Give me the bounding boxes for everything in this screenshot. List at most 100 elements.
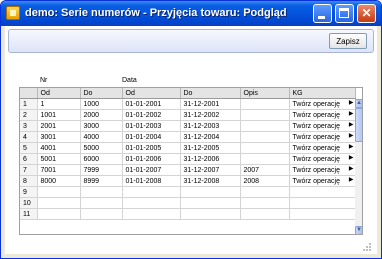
vertical-scrollbar[interactable]: ▲ ▼ <box>355 99 362 234</box>
data-do-header[interactable]: Do <box>180 88 241 99</box>
window-title: demo: Serie numerów - Przyjęcia towaru: … <box>25 7 287 19</box>
data-od-cell[interactable]: 01-01-2006 <box>122 153 181 165</box>
opis-cell[interactable] <box>240 131 290 143</box>
nr-do-cell[interactable]: 8999 <box>80 175 123 187</box>
kg-cell[interactable]: Twórz operację ▶ <box>289 131 356 143</box>
data-do-cell[interactable]: 31-12-2004 <box>180 131 241 143</box>
nr-do-cell[interactable]: 5000 <box>80 142 123 154</box>
title-bar[interactable]: demo: Serie numerów - Przyjęcia towaru: … <box>1 1 381 26</box>
minimize-icon <box>314 5 331 22</box>
kg-header[interactable]: KG <box>289 88 356 99</box>
resize-grip[interactable] <box>363 243 371 251</box>
data-do-cell[interactable]: 31-12-2002 <box>180 109 241 121</box>
kg-cell[interactable]: Twórz operację ▶ <box>289 175 356 187</box>
data-od-cell[interactable]: 01-01-2001 <box>122 98 181 110</box>
nr-od-cell[interactable]: 3001 <box>37 131 81 143</box>
scroll-down-button[interactable]: ▼ <box>355 226 362 234</box>
data-od-cell[interactable]: 01-01-2005 <box>122 142 181 154</box>
nr-od-cell[interactable]: 5001 <box>37 153 81 165</box>
data-do-cell[interactable]: 31-12-2001 <box>180 98 241 110</box>
opis-cell[interactable] <box>240 109 290 121</box>
table-row[interactable]: 4 3001 4000 01-01-2004 31-12-2004 Twórz opera… <box>20 131 356 143</box>
data-od-cell[interactable] <box>122 197 181 209</box>
opis-cell[interactable] <box>240 197 290 209</box>
data-do-cell[interactable] <box>180 208 241 220</box>
nr-do-cell[interactable] <box>80 208 123 220</box>
data-do-cell[interactable]: 31-12-2006 <box>180 153 241 165</box>
kg-value: Twórz operację <box>292 177 340 185</box>
data-od-cell[interactable]: 01-01-2004 <box>122 131 181 143</box>
data-od-cell[interactable]: 01-01-2003 <box>122 120 181 132</box>
opis-cell[interactable]: 2008 <box>240 175 290 187</box>
opis-cell[interactable] <box>240 208 290 220</box>
opis-cell[interactable]: 2007 <box>240 164 290 176</box>
kg-cell[interactable] <box>289 186 356 198</box>
table-row[interactable]: 5 4001 5000 01-01-2005 31-12-2005 Twórz opera… <box>20 142 356 154</box>
opis-header[interactable]: Opis <box>240 88 290 99</box>
data-od-cell[interactable] <box>122 186 181 198</box>
nr-do-cell[interactable]: 1000 <box>80 98 123 110</box>
kg-cell[interactable]: Twórz operację ▶ <box>289 109 356 121</box>
nr-od-cell[interactable]: 7001 <box>37 164 81 176</box>
table-row[interactable]: 8 8000 8999 01-01-2008 31-12-2008 2008 Twórz o… <box>20 175 356 187</box>
nr-od-cell[interactable] <box>37 197 81 209</box>
opis-cell[interactable] <box>240 153 290 165</box>
row-number: 9 <box>20 186 38 198</box>
data-do-cell[interactable] <box>180 186 241 198</box>
maximize-button[interactable] <box>335 4 354 23</box>
scroll-thumb[interactable] <box>355 108 362 142</box>
data-od-cell[interactable]: 01-01-2002 <box>122 109 181 121</box>
kg-cell[interactable]: Twórz operację ▶ <box>289 164 356 176</box>
nr-do-cell[interactable]: 6000 <box>80 153 123 165</box>
kg-arrow-icon: ▶ <box>348 144 354 150</box>
kg-cell[interactable]: Twórz operację ▶ <box>289 142 356 154</box>
opis-cell[interactable] <box>240 186 290 198</box>
nr-od-cell[interactable] <box>37 208 81 220</box>
nr-od-cell[interactable]: 4001 <box>37 142 81 154</box>
opis-cell[interactable] <box>240 120 290 132</box>
data-od-cell[interactable]: 01-01-2008 <box>122 175 181 187</box>
data-od-header[interactable]: Od <box>122 88 181 99</box>
save-button[interactable]: Zapisz <box>329 33 367 49</box>
nr-od-cell[interactable]: 8000 <box>37 175 81 187</box>
nr-od-header[interactable]: Od <box>37 88 81 99</box>
nr-od-cell[interactable]: 2001 <box>37 120 81 132</box>
data-do-cell[interactable] <box>180 197 241 209</box>
close-button[interactable]: ✕ <box>357 4 376 23</box>
nr-od-cell[interactable] <box>37 186 81 198</box>
table-row[interactable]: 10 <box>20 197 356 209</box>
kg-cell[interactable]: Twórz operację ▶ <box>289 98 356 110</box>
table-row[interactable]: 1 1 1000 01-01-2001 31-12-2001 Twórz operację… <box>20 98 356 110</box>
nr-do-cell[interactable]: 7999 <box>80 164 123 176</box>
kg-cell[interactable] <box>289 197 356 209</box>
table-row[interactable]: 9 <box>20 186 356 198</box>
data-do-cell[interactable]: 31-12-2005 <box>180 142 241 154</box>
nr-od-cell[interactable]: 1 <box>37 98 81 110</box>
data-od-cell[interactable]: 01-01-2007 <box>122 164 181 176</box>
table-row[interactable]: 2 1001 2000 01-01-2002 31-12-2002 Twórz opera… <box>20 109 356 121</box>
table-row[interactable]: 6 5001 6000 01-01-2006 31-12-2006 Twórz opera… <box>20 153 356 165</box>
table-row[interactable]: 7 7001 7999 01-01-2007 31-12-2007 2007 Twórz o… <box>20 164 356 176</box>
scroll-up-button[interactable]: ▲ <box>355 99 362 108</box>
series-table[interactable]: Od Do Od Do Opis KG 1 1 1000 01-01-2001 31-1… <box>19 87 363 235</box>
minimize-button[interactable] <box>313 4 332 23</box>
nr-do-cell[interactable]: 3000 <box>80 120 123 132</box>
nr-do-cell[interactable]: 4000 <box>80 131 123 143</box>
nr-od-cell[interactable]: 1001 <box>37 109 81 121</box>
opis-cell[interactable] <box>240 98 290 110</box>
nr-do-header[interactable]: Do <box>80 88 123 99</box>
data-od-cell[interactable] <box>122 208 181 220</box>
table-row[interactable]: 11 <box>20 208 356 220</box>
data-do-cell[interactable]: 31-12-2008 <box>180 175 241 187</box>
data-do-cell[interactable]: 31-12-2007 <box>180 164 241 176</box>
nr-do-cell[interactable] <box>80 186 123 198</box>
table-row[interactable]: 3 2001 3000 01-01-2003 31-12-2003 Twórz opera… <box>20 120 356 132</box>
kg-cell[interactable]: Twórz operację ▶ <box>289 120 356 132</box>
nr-do-cell[interactable]: 2000 <box>80 109 123 121</box>
kg-cell[interactable]: Twórz operację ▶ <box>289 153 356 165</box>
opis-cell[interactable] <box>240 142 290 154</box>
kg-cell[interactable] <box>289 208 356 220</box>
nr-do-cell[interactable] <box>80 197 123 209</box>
row-number: 5 <box>20 142 38 154</box>
data-do-cell[interactable]: 31-12-2003 <box>180 120 241 132</box>
